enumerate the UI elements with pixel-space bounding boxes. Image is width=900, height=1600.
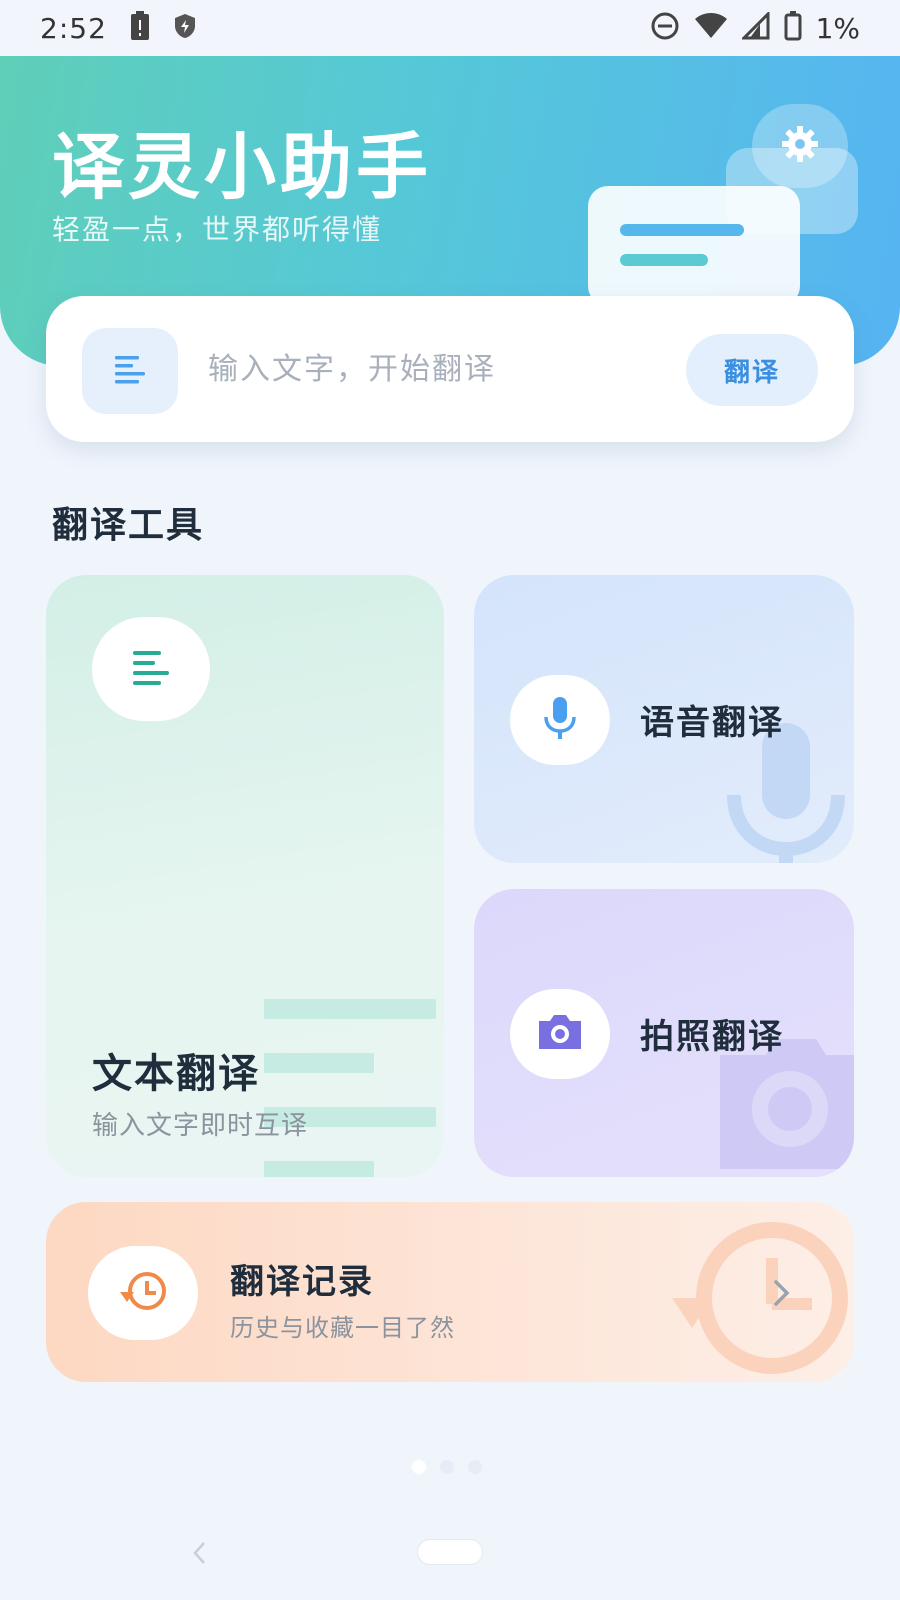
app-title: 译灵小助手	[52, 125, 433, 209]
history-card[interactable]: 翻译记录 历史与收藏一目了然	[46, 1202, 854, 1382]
signal-icon	[739, 10, 770, 44]
decoration-bar	[264, 1053, 374, 1073]
gear-icon	[780, 124, 820, 168]
text-lines-icon	[113, 352, 147, 390]
history-subtitle: 历史与收藏一目了然	[230, 1314, 455, 1342]
nav-home-pill[interactable]	[418, 1540, 482, 1564]
camera-icon	[537, 1013, 583, 1055]
microphone-watermark-icon	[726, 723, 846, 863]
status-time: 2:52	[40, 11, 107, 45]
camera-icon-circle	[510, 989, 610, 1079]
text-translate-card[interactable]: 文本翻译 输入文字即时互译	[46, 575, 444, 1177]
do-not-disturb-icon	[650, 11, 680, 45]
decoration-bar	[264, 999, 436, 1019]
voice-icon-circle	[510, 675, 610, 765]
decoration-line	[620, 254, 708, 266]
translate-button[interactable]: 翻译	[686, 334, 818, 406]
translate-input-bar: 翻译	[46, 296, 854, 442]
status-bar: 2:52 1%	[0, 0, 900, 56]
section-title-tools: 翻译工具	[52, 505, 205, 546]
text-icon-circle	[92, 617, 210, 721]
text-input-icon-box	[82, 328, 178, 414]
battery-icon	[784, 11, 802, 45]
battery-alert-icon	[129, 11, 151, 45]
translate-text-input[interactable]	[208, 336, 688, 402]
battery-percent: 1%	[815, 11, 860, 45]
history-icon	[118, 1268, 168, 1318]
photo-translate-card[interactable]: 拍照翻译	[474, 889, 854, 1177]
app-subtitle: 轻盈一点，世界都听得懂	[52, 213, 383, 246]
chevron-right-icon	[772, 1278, 792, 1312]
history-icon-circle	[88, 1246, 198, 1340]
settings-button[interactable]	[752, 104, 848, 188]
page-indicator	[412, 1460, 482, 1474]
voice-translate-title: 语音翻译	[640, 703, 784, 743]
text-translate-subtitle: 输入文字即时互译	[92, 1111, 309, 1141]
page-dot	[468, 1460, 482, 1474]
shield-icon	[173, 12, 197, 44]
voice-translate-card[interactable]: 语音翻译	[474, 575, 854, 863]
header-decoration-card	[588, 186, 800, 306]
decoration-line	[620, 224, 744, 236]
text-lines-icon	[130, 646, 172, 692]
wifi-icon	[694, 12, 728, 44]
history-title: 翻译记录	[230, 1262, 374, 1302]
history-watermark-icon	[672, 1218, 848, 1382]
text-translate-title: 文本翻译	[92, 1051, 260, 1097]
page-dot-active	[412, 1460, 426, 1474]
photo-translate-title: 拍照翻译	[640, 1017, 784, 1057]
decoration-bar	[264, 1161, 374, 1177]
microphone-icon	[542, 697, 578, 743]
nav-back-button[interactable]	[190, 1540, 210, 1570]
page-dot	[440, 1460, 454, 1474]
camera-watermark-icon	[710, 1039, 854, 1173]
